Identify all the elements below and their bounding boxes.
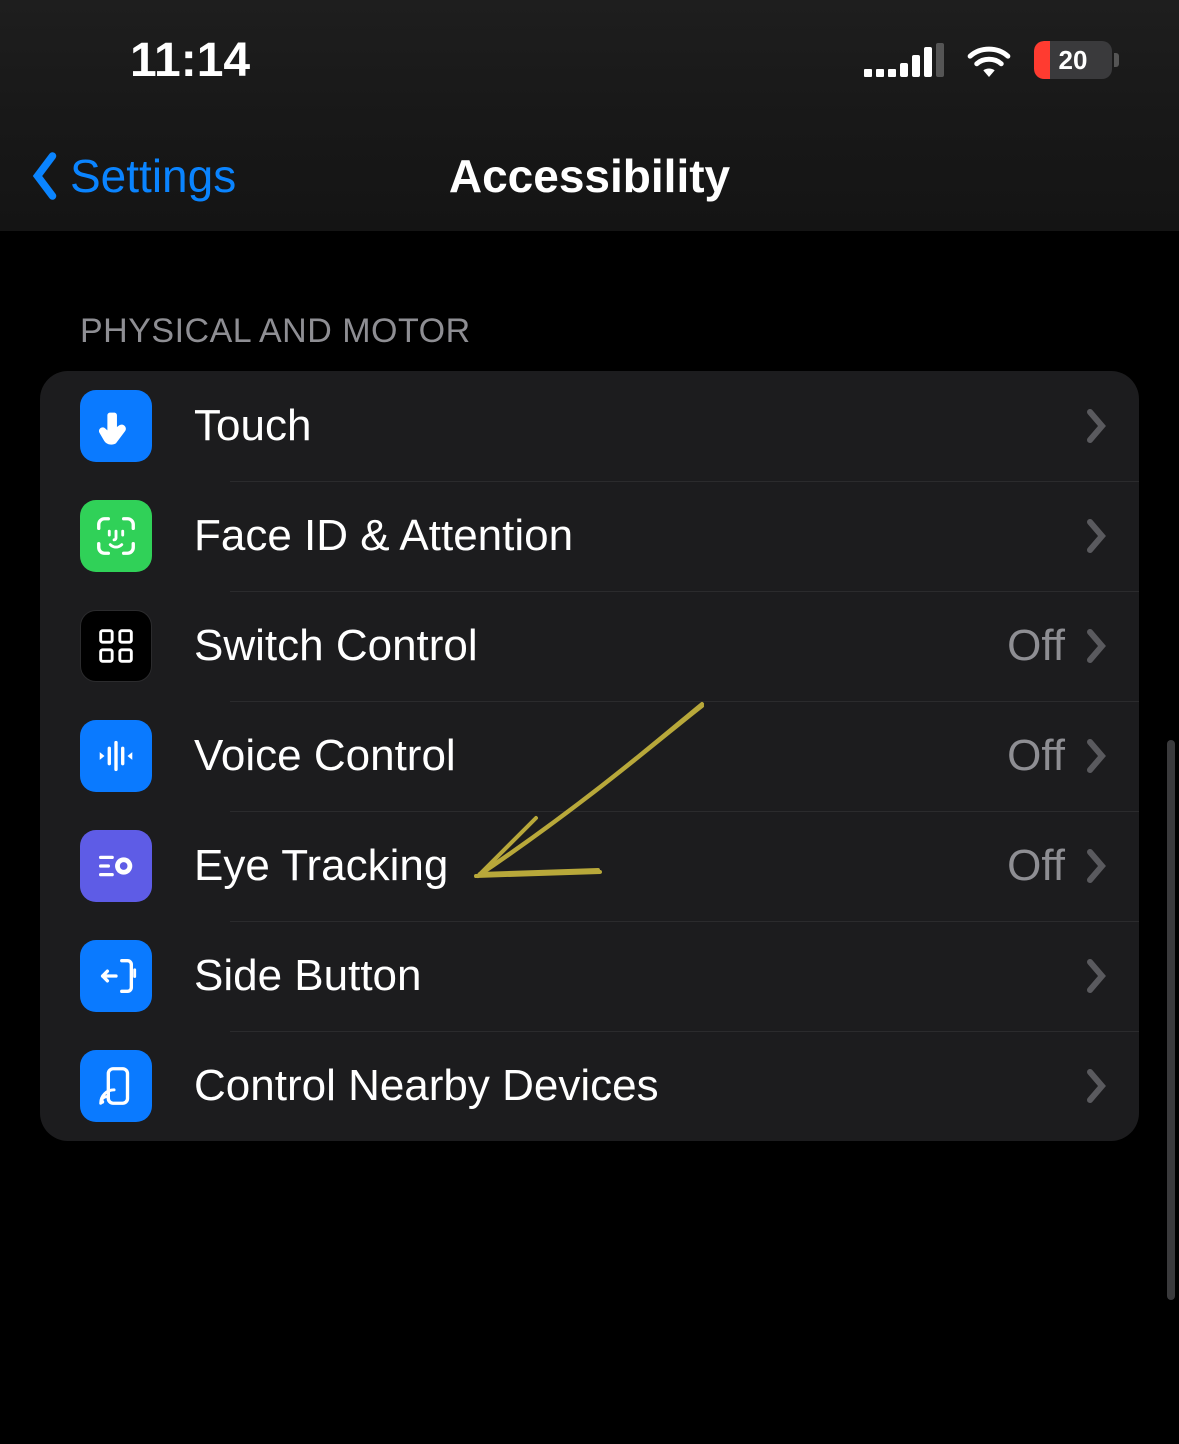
row-nearby-devices[interactable]: Control Nearby Devices	[40, 1031, 1139, 1141]
chevron-left-icon	[30, 151, 60, 201]
row-value: Off	[1007, 841, 1065, 891]
row-label: Eye Tracking	[194, 841, 1007, 891]
page-title: Accessibility	[449, 149, 730, 203]
section-header: PHYSICAL AND MOTOR	[40, 312, 1139, 371]
nearby-devices-icon	[80, 1050, 152, 1122]
status-bar: 11:14 20	[0, 0, 1179, 120]
back-button[interactable]: Settings	[30, 149, 236, 203]
chevron-right-icon	[1083, 848, 1109, 884]
status-time: 11:14	[130, 33, 250, 88]
row-label: Control Nearby Devices	[194, 1061, 1083, 1111]
row-touch[interactable]: Touch	[40, 371, 1139, 481]
status-right-group: 20	[864, 41, 1119, 79]
faceid-icon	[80, 500, 152, 572]
row-label: Side Button	[194, 951, 1083, 1001]
chevron-right-icon	[1083, 958, 1109, 994]
settings-content: PHYSICAL AND MOTOR Touch Face ID & Atten…	[0, 232, 1179, 1141]
row-label: Voice Control	[194, 731, 1007, 781]
cellular-icon	[864, 43, 944, 77]
row-value: Off	[1007, 621, 1065, 671]
row-voice-control[interactable]: Voice Control Off	[40, 701, 1139, 811]
back-label: Settings	[70, 149, 236, 203]
row-label: Touch	[194, 401, 1083, 451]
chevron-right-icon	[1083, 628, 1109, 664]
touch-icon	[80, 390, 152, 462]
row-value: Off	[1007, 731, 1065, 781]
battery-indicator: 20	[1034, 41, 1119, 79]
chevron-right-icon	[1083, 738, 1109, 774]
row-eye-tracking[interactable]: Eye Tracking Off	[40, 811, 1139, 921]
battery-fill-low	[1034, 41, 1050, 79]
settings-list: Touch Face ID & Attention	[40, 371, 1139, 1141]
switch-control-icon	[80, 610, 152, 682]
battery-percent: 20	[1059, 45, 1088, 76]
row-label: Face ID & Attention	[194, 511, 1083, 561]
eye-tracking-icon	[80, 830, 152, 902]
side-button-icon	[80, 940, 152, 1012]
scrollbar[interactable]	[1167, 740, 1175, 1300]
row-side-button[interactable]: Side Button	[40, 921, 1139, 1031]
voice-control-icon	[80, 720, 152, 792]
row-switch-control[interactable]: Switch Control Off	[40, 591, 1139, 701]
chevron-right-icon	[1083, 518, 1109, 554]
wifi-icon	[966, 43, 1012, 77]
chevron-right-icon	[1083, 408, 1109, 444]
nav-header: Settings Accessibility	[0, 120, 1179, 232]
row-label: Switch Control	[194, 621, 1007, 671]
row-faceid[interactable]: Face ID & Attention	[40, 481, 1139, 591]
chevron-right-icon	[1083, 1068, 1109, 1104]
